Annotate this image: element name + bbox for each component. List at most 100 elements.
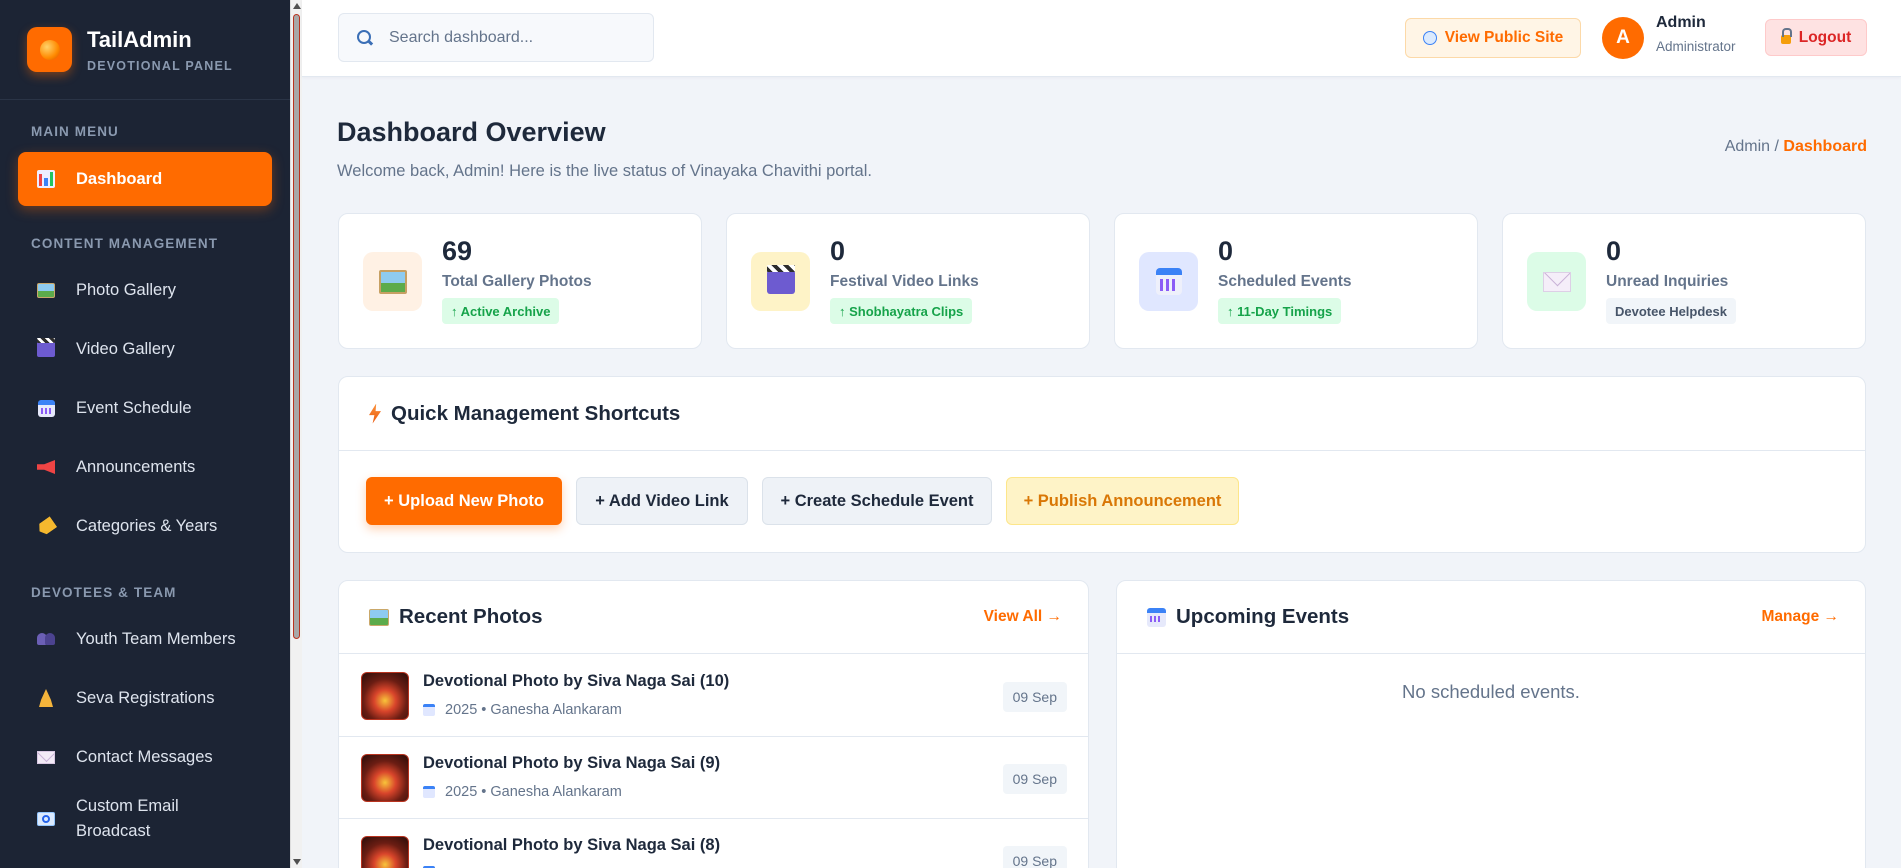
tag-icon — [36, 516, 56, 536]
stat-badge: ↑ Active Archive — [442, 298, 560, 324]
photo-title: Devotional Photo by Siva Naga Sai (10) — [423, 672, 730, 690]
sidebar-item-email-broadcast[interactable]: Custom Email Broadcast — [18, 789, 272, 849]
stat-badge: ↑ 11-Day Timings — [1218, 298, 1342, 324]
date-badge: 09 Sep — [1002, 682, 1067, 712]
page-title: Dashboard Overview — [337, 117, 606, 147]
stat-label: Total Gallery Photos — [442, 273, 592, 290]
calendar-icon — [423, 704, 435, 716]
envelope-icon — [36, 747, 56, 767]
stat-card-videos: 0 Festival Video Links ↑ Shobhayatra Cli… — [726, 213, 1090, 349]
page-subtitle: Welcome back, Admin! Here is the live st… — [337, 162, 872, 180]
sidebar-item-label: Categories & Years — [76, 516, 218, 535]
panel-title: Quick Management Shortcuts — [391, 401, 681, 425]
date-badge: 09 Sep — [1002, 846, 1067, 868]
people-icon — [36, 629, 56, 649]
photo-meta: 2025 • Ganesha Alankaram — [423, 784, 622, 800]
sidebar-item-label: Photo Gallery — [76, 280, 176, 299]
table-row[interactable]: Devotional Photo by Siva Naga Sai (9) 20… — [339, 737, 1088, 819]
sidebar-item-label: Youth Team Members — [76, 629, 236, 648]
picture-icon — [363, 252, 422, 311]
upcoming-events-panel: Upcoming Events Manage → No scheduled ev… — [1116, 580, 1866, 868]
praying-hands-icon — [36, 688, 56, 708]
view-all-photos-link[interactable]: View All → — [984, 608, 1062, 626]
stat-value: 0 — [1606, 236, 1622, 266]
stat-card-photos: 69 Total Gallery Photos ↑ Active Archive — [338, 213, 702, 349]
photo-thumbnail[interactable] — [361, 754, 409, 802]
search-icon — [357, 29, 373, 46]
sidebar: TailAdmin DEVOTIONAL PANEL MAIN MENU Das… — [0, 0, 290, 868]
sidebar-item-photo-gallery[interactable]: Photo Gallery — [18, 263, 272, 317]
sidebar-item-contact-messages[interactable]: Contact Messages — [18, 730, 272, 784]
breadcrumb: Admin / Dashboard — [1725, 138, 1867, 156]
photo-thumbnail[interactable] — [361, 672, 409, 720]
envelope-icon — [1527, 252, 1586, 311]
avatar[interactable]: A — [1602, 17, 1644, 59]
scroll-down-arrow-icon[interactable] — [293, 859, 301, 865]
empty-state-message: No scheduled events. — [1402, 681, 1580, 702]
photo-thumbnail[interactable] — [361, 836, 409, 868]
brand-subtitle: DEVOTIONAL PANEL — [87, 58, 233, 73]
sidebar-item-label: Announcements — [76, 457, 196, 476]
stat-label: Festival Video Links — [830, 273, 979, 290]
panel-title: Recent Photos — [399, 605, 543, 628]
scroll-up-arrow-icon[interactable] — [293, 3, 301, 9]
stat-label: Scheduled Events — [1218, 273, 1352, 290]
sidebar-item-label: Contact Messages — [76, 747, 213, 766]
breadcrumb-current: Dashboard — [1783, 138, 1867, 155]
globe-icon — [1422, 31, 1437, 45]
section-label-main-menu: MAIN MENU — [31, 124, 119, 139]
sidebar-item-seva-registrations[interactable]: Seva Registrations — [18, 671, 272, 725]
photo-meta: 2025 • Ganesha Alankaram — [423, 702, 622, 718]
stat-value: 0 — [830, 236, 846, 266]
clapper-icon — [751, 252, 810, 311]
photo-meta-text: 2025 • Ganesha Alankaram — [445, 784, 622, 800]
view-public-site-button[interactable]: View Public Site — [1405, 18, 1581, 58]
calendar-icon — [1139, 252, 1198, 311]
manage-events-link[interactable]: Manage → — [1761, 608, 1839, 626]
sidebar-item-dashboard[interactable]: Dashboard — [18, 152, 272, 206]
stat-badge: ↑ Shobhayatra Clips — [830, 298, 973, 324]
calendar-icon — [423, 786, 435, 798]
section-label-devotees-team: DEVOTEES & TEAM — [31, 585, 177, 600]
user-role: Administrator — [1656, 39, 1736, 54]
stat-label: Unread Inquiries — [1606, 273, 1729, 290]
sidebar-item-announcements[interactable]: Announcements — [18, 440, 272, 494]
bar-chart-icon — [36, 169, 56, 189]
sidebar-scrollbar[interactable] — [290, 0, 302, 868]
calendar-icon — [36, 398, 56, 418]
sidebar-item-youth-team[interactable]: Youth Team Members — [18, 612, 272, 666]
view-public-site-label: View Public Site — [1444, 29, 1564, 46]
sidebar-item-event-schedule[interactable]: Event Schedule — [18, 381, 272, 435]
logout-button[interactable]: Logout — [1765, 19, 1867, 56]
table-row[interactable]: Devotional Photo by Siva Naga Sai (8) 09… — [339, 819, 1088, 868]
scrollbar-thumb[interactable] — [293, 14, 300, 639]
megaphone-icon — [36, 457, 56, 477]
upload-photo-button[interactable]: + Upload New Photo — [366, 477, 562, 525]
add-video-link-button[interactable]: + Add Video Link — [576, 477, 748, 525]
brand-title: TailAdmin — [87, 26, 192, 52]
section-label-content-management: CONTENT MANAGEMENT — [31, 236, 219, 251]
sidebar-item-label: Dashboard — [76, 169, 163, 188]
photo-meta-text: 2025 • Ganesha Alankaram — [445, 702, 622, 718]
photo-title: Devotional Photo by Siva Naga Sai (8) — [423, 836, 721, 854]
email-icon — [36, 809, 56, 829]
sidebar-item-categories-years[interactable]: Categories & Years — [18, 499, 272, 553]
search-box[interactable] — [338, 13, 654, 62]
quick-shortcuts-panel: Quick Management Shortcuts — [338, 376, 1866, 553]
stat-card-inquiries: 0 Unread Inquiries Devotee Helpdesk — [1502, 213, 1866, 349]
calendar-icon — [1147, 607, 1166, 627]
photo-title: Devotional Photo by Siva Naga Sai (9) — [423, 754, 721, 772]
stat-card-events: 0 Scheduled Events ↑ 11-Day Timings — [1114, 213, 1478, 349]
sidebar-item-label: Video Gallery — [76, 339, 175, 358]
breadcrumb-root[interactable]: Admin / — [1725, 138, 1779, 155]
stat-value: 69 — [442, 236, 473, 266]
table-row[interactable]: Devotional Photo by Siva Naga Sai (10) 2… — [339, 655, 1088, 737]
brand[interactable]: TailAdmin DEVOTIONAL PANEL — [0, 0, 290, 100]
create-schedule-event-button[interactable]: + Create Schedule Event — [762, 477, 992, 525]
top-header: View Public Site A Admin Administrator L… — [302, 0, 1901, 77]
publish-announcement-button[interactable]: + Publish Announcement — [1006, 477, 1239, 525]
sidebar-item-video-gallery[interactable]: Video Gallery — [18, 322, 272, 376]
search-input[interactable] — [389, 28, 629, 47]
sidebar-item-label: Seva Registrations — [76, 688, 215, 707]
date-badge: 09 Sep — [1002, 764, 1067, 794]
